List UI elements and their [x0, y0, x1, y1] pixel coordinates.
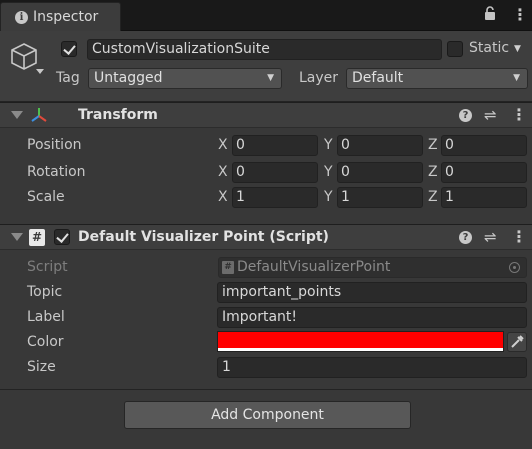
presets-icon[interactable]: ⇌	[484, 228, 497, 246]
x-axis-label[interactable]: X	[218, 137, 228, 153]
y-axis-label[interactable]: Y	[324, 164, 333, 180]
transform-header[interactable]: Transform ? ⇌ ⋮	[0, 102, 532, 128]
object-picker-icon[interactable]	[509, 262, 520, 273]
script-enabled-checkbox[interactable]	[54, 229, 70, 245]
kebab-menu-icon[interactable]: ⋮	[512, 5, 528, 24]
transform-axes-icon	[30, 106, 48, 128]
topic-input[interactable]: important_points	[217, 282, 527, 303]
scale-z-field[interactable]: 1	[441, 187, 527, 208]
gameobject-active-checkbox[interactable]	[61, 41, 77, 57]
scale-label: Scale	[27, 189, 65, 205]
rotation-z-field[interactable]: 0	[441, 162, 527, 183]
tab-inspector[interactable]: i Inspector	[0, 2, 121, 31]
gameobject-header: CustomVisualizationSuite Static ▼ Tag Un…	[0, 31, 532, 102]
transform-title: Transform	[78, 107, 158, 123]
tag-dropdown[interactable]: Untagged ▼	[88, 68, 282, 89]
size-label: Size	[27, 359, 56, 375]
static-label: Static	[469, 40, 510, 56]
position-x-field[interactable]: 0	[232, 135, 318, 156]
lock-icon[interactable]	[484, 6, 496, 25]
layer-label: Layer	[299, 70, 339, 86]
position-label: Position	[27, 137, 82, 153]
kebab-menu-icon[interactable]: ⋮	[511, 105, 527, 124]
z-axis-label[interactable]: Z	[428, 137, 438, 153]
script-value: DefaultVisualizerPoint	[237, 259, 391, 275]
script-file-icon: #	[222, 261, 234, 274]
label-label: Label	[27, 309, 65, 325]
script-component-header[interactable]: # Default Visualizer Point (Script) ? ⇌ …	[0, 224, 532, 250]
scale-y-field[interactable]: 1	[337, 187, 423, 208]
chevron-down-icon: ▼	[513, 73, 520, 83]
foldout-arrow-icon[interactable]	[11, 233, 23, 241]
eyedropper-icon[interactable]	[507, 332, 527, 352]
layer-dropdown[interactable]: Default ▼	[346, 68, 528, 89]
static-checkbox[interactable]	[447, 41, 463, 57]
presets-icon[interactable]: ⇌	[484, 106, 497, 124]
rotation-y-field[interactable]: 0	[337, 162, 423, 183]
static-dropdown-caret-icon[interactable]: ▼	[514, 44, 521, 54]
script-label: Script	[27, 259, 68, 275]
y-axis-label[interactable]: Y	[324, 189, 333, 205]
size-input[interactable]: 1	[217, 357, 527, 378]
script-reference-field[interactable]: # DefaultVisualizerPoint	[218, 257, 527, 278]
help-icon[interactable]: ?	[459, 231, 472, 244]
tab-bar: i Inspector ⋮	[0, 0, 532, 31]
gameobject-cube-icon[interactable]	[10, 41, 44, 79]
rotation-x-field[interactable]: 0	[232, 162, 318, 183]
foldout-arrow-icon[interactable]	[11, 111, 23, 119]
x-axis-label[interactable]: X	[218, 164, 228, 180]
position-y-field[interactable]: 0	[337, 135, 423, 156]
tag-label: Tag	[56, 70, 80, 86]
position-z-field[interactable]: 0	[441, 135, 527, 156]
z-axis-label[interactable]: Z	[428, 189, 438, 205]
script-component-title: Default Visualizer Point (Script)	[78, 229, 329, 245]
y-axis-label[interactable]: Y	[324, 137, 333, 153]
label-input[interactable]: Important!	[217, 307, 527, 328]
divider	[0, 389, 532, 390]
z-axis-label[interactable]: Z	[428, 164, 438, 180]
gameobject-name-field[interactable]: CustomVisualizationSuite	[87, 39, 442, 60]
color-label: Color	[27, 334, 64, 350]
scale-x-field[interactable]: 1	[232, 187, 318, 208]
add-component-button[interactable]: Add Component	[124, 401, 411, 429]
help-icon[interactable]: ?	[459, 109, 472, 122]
color-swatch-field[interactable]	[217, 331, 504, 352]
rotation-label: Rotation	[27, 164, 86, 180]
kebab-menu-icon[interactable]: ⋮	[511, 227, 527, 246]
chevron-down-icon: ▼	[267, 73, 274, 83]
layer-value: Default	[352, 70, 404, 86]
x-axis-label[interactable]: X	[218, 189, 228, 205]
tab-label: Inspector	[33, 9, 99, 25]
topic-label: Topic	[27, 284, 63, 300]
tag-value: Untagged	[94, 70, 163, 86]
script-file-icon: #	[29, 229, 45, 246]
color-swatch	[218, 332, 503, 348]
info-icon: i	[15, 11, 28, 24]
